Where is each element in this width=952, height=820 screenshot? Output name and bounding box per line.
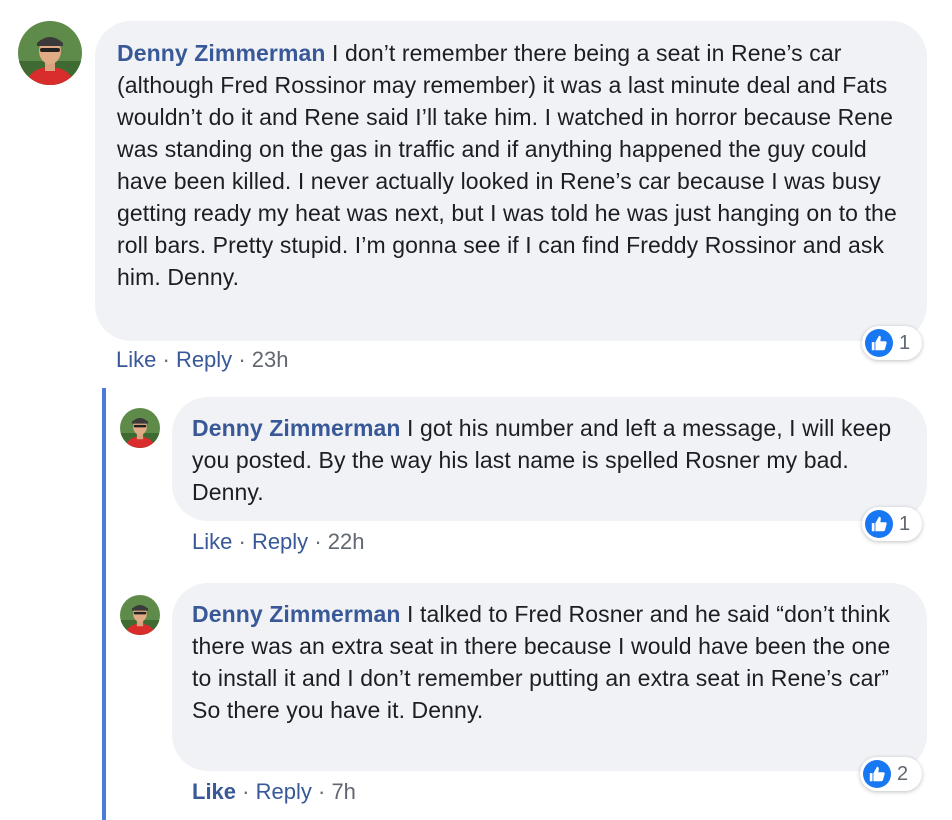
timestamp[interactable]: 23h: [252, 347, 289, 372]
like-icon: [865, 329, 893, 357]
reply-link[interactable]: Reply: [252, 529, 308, 554]
separator: ·: [314, 529, 322, 554]
reply-thread-line: [102, 388, 106, 820]
comment-actions: Like · Reply · 7h: [192, 777, 356, 807]
comment-text: I don’t remember there being a seat in R…: [117, 40, 897, 290]
reaction-count: 2: [897, 762, 909, 785]
avatar-photo: [120, 595, 160, 635]
comment-bubble: Denny Zimmerman I got his number and lef…: [172, 397, 927, 521]
avatar[interactable]: [120, 408, 160, 448]
like-link[interactable]: Like: [116, 347, 156, 372]
separator: ·: [317, 779, 326, 804]
reaction-count: 1: [899, 512, 911, 535]
comment-bubble: Denny Zimmerman I talked to Fred Rosner …: [172, 583, 927, 771]
timestamp[interactable]: 7h: [331, 779, 355, 804]
separator: ·: [238, 347, 246, 372]
avatar[interactable]: [120, 595, 160, 635]
comment-author[interactable]: Denny Zimmerman: [192, 415, 401, 441]
comment-actions: Like · Reply · 22h: [192, 527, 364, 557]
comment-actions: Like · Reply · 23h: [116, 345, 288, 375]
reaction-count: 1: [899, 331, 911, 354]
separator: ·: [242, 779, 250, 804]
avatar-photo: [18, 21, 82, 85]
reaction-badge[interactable]: 2: [860, 757, 922, 791]
like-icon: [863, 760, 891, 788]
timestamp[interactable]: 22h: [328, 529, 365, 554]
like-icon: [865, 510, 893, 538]
like-link[interactable]: Like: [192, 529, 232, 554]
avatar-photo: [120, 408, 160, 448]
reply-link[interactable]: Reply: [256, 779, 312, 804]
like-link[interactable]: Like: [192, 779, 236, 804]
comment-author[interactable]: Denny Zimmerman: [117, 40, 326, 66]
reaction-badge[interactable]: 1: [862, 326, 922, 360]
avatar[interactable]: [18, 21, 82, 85]
separator: ·: [162, 347, 170, 372]
reaction-badge[interactable]: 1: [862, 507, 922, 541]
separator: ·: [238, 529, 246, 554]
comment-bubble: Denny Zimmerman I don’t remember there b…: [95, 21, 927, 341]
reply-link[interactable]: Reply: [176, 347, 232, 372]
comment-author[interactable]: Denny Zimmerman: [192, 601, 401, 627]
